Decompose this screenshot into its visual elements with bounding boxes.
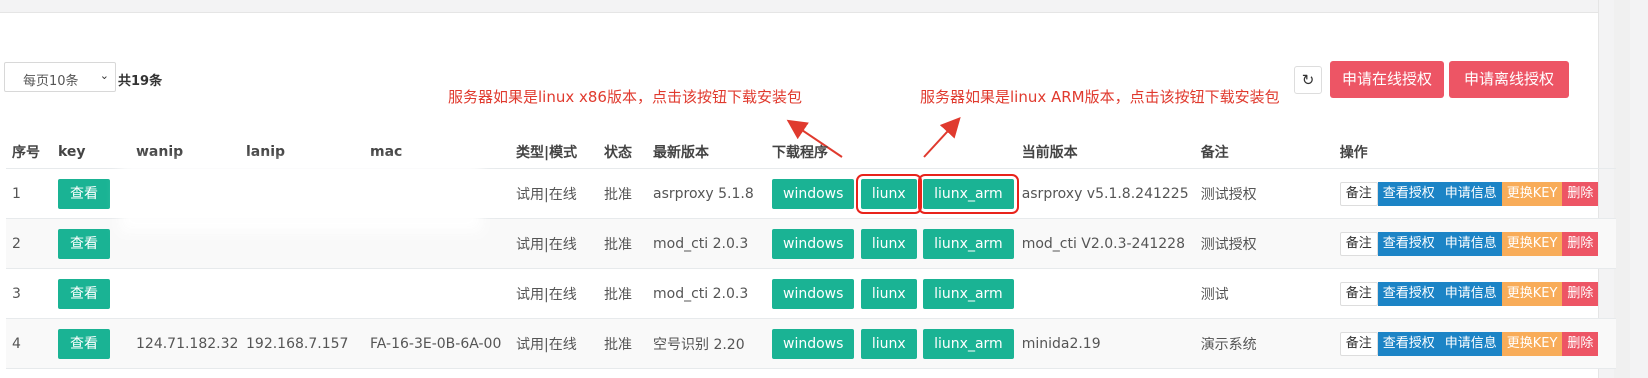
cell-mac: [364, 268, 510, 319]
download-linux-button[interactable]: liunx: [855, 173, 922, 214]
table-row: 4 查看 124.71.182.32 192.168.7.157 FA-16-3…: [6, 318, 1616, 369]
cell-latest: 空号识别 2.20: [647, 318, 766, 369]
cell-remark: 测试: [1194, 268, 1334, 319]
download-linux-arm-button[interactable]: liunx_arm: [923, 278, 1014, 309]
cell-type: 试用|在线: [510, 268, 598, 319]
cell-current: minida2.19: [1015, 318, 1195, 369]
delete-button[interactable]: 删除: [1562, 331, 1599, 356]
col-no: 序号: [6, 135, 52, 169]
cell-type: 试用|在线: [510, 318, 598, 369]
change-key-button[interactable]: 更换KEY: [1501, 281, 1563, 306]
view-key-button[interactable]: 查看: [58, 178, 110, 209]
col-ops: 操作: [1333, 135, 1616, 169]
cell-lanip: [240, 268, 364, 319]
cell-key: 查看: [52, 268, 130, 319]
col-current: 当前版本: [1015, 135, 1195, 169]
cell-latest: mod_cti 2.0.3: [647, 218, 766, 269]
cell-latest: mod_cti 2.0.3: [647, 268, 766, 319]
col-type: 类型|模式: [510, 135, 598, 169]
cell-key: 查看: [52, 318, 130, 369]
cell-no: 3: [6, 268, 52, 319]
col-download: 下载程序: [766, 135, 1016, 169]
cell-status: 批准: [598, 168, 647, 219]
change-key-button[interactable]: 更换KEY: [1501, 331, 1563, 356]
cell-download: windows liunx liunx_arm: [766, 318, 1016, 369]
cell-key: 查看: [52, 168, 130, 219]
download-windows-button[interactable]: windows: [772, 178, 855, 209]
download-linux-arm-button[interactable]: liunx_arm: [923, 328, 1014, 359]
download-windows-button[interactable]: windows: [772, 278, 855, 309]
col-remark: 备注: [1194, 135, 1334, 169]
redacted-area: [120, 162, 482, 232]
view-auth-button[interactable]: 查看授权: [1377, 181, 1440, 206]
note-button[interactable]: 备注: [1339, 331, 1378, 356]
cell-remark: 测试授权: [1194, 218, 1334, 269]
view-key-button[interactable]: 查看: [58, 228, 110, 259]
cell-current: asrproxy v5.1.8.241225: [1015, 168, 1195, 219]
cell-ops: 备注 查看授权 申请信息 更换KEY 删除: [1333, 168, 1616, 219]
cell-ops: 备注 查看授权 申请信息 更换KEY 删除: [1333, 218, 1616, 269]
delete-button[interactable]: 删除: [1562, 231, 1599, 256]
download-windows-button[interactable]: windows: [772, 328, 855, 359]
view-auth-button[interactable]: 查看授权: [1377, 231, 1440, 256]
col-key: key: [52, 135, 130, 169]
table-row: 3 查看 试用|在线 批准 mod_cti 2.0.3 windows liun…: [6, 268, 1616, 319]
download-linux-arm-button[interactable]: liunx_arm: [918, 173, 1019, 214]
apply-info-button[interactable]: 申请信息: [1439, 331, 1502, 356]
cell-type: 试用|在线: [510, 168, 598, 219]
cell-status: 批准: [598, 268, 647, 319]
change-key-button[interactable]: 更换KEY: [1501, 231, 1563, 256]
delete-button[interactable]: 删除: [1562, 281, 1599, 306]
cell-current: mod_cti V2.0.3-241228: [1015, 218, 1195, 269]
view-key-button[interactable]: 查看: [58, 328, 110, 359]
download-linux-arm-button[interactable]: liunx_arm: [923, 228, 1014, 259]
cell-mac: FA-16-3E-0B-6A-00: [364, 318, 510, 369]
apply-info-button[interactable]: 申请信息: [1439, 231, 1502, 256]
view-auth-button[interactable]: 查看授权: [1377, 331, 1440, 356]
apply-info-button[interactable]: 申请信息: [1439, 281, 1502, 306]
note-button[interactable]: 备注: [1339, 231, 1378, 256]
cell-ops: 备注 查看授权 申请信息 更换KEY 删除: [1333, 318, 1616, 369]
cell-remark: 演示系统: [1194, 318, 1334, 369]
cell-no: 1: [6, 168, 52, 219]
cell-status: 批准: [598, 218, 647, 269]
cell-ops: 备注 查看授权 申请信息 更换KEY 删除: [1333, 268, 1616, 319]
delete-button[interactable]: 删除: [1562, 181, 1599, 206]
cell-lanip: 192.168.7.157: [240, 318, 364, 369]
cell-no: 4: [6, 318, 52, 369]
download-windows-button[interactable]: windows: [772, 228, 855, 259]
cell-current: [1015, 268, 1195, 319]
cell-download: windows liunx liunx_arm: [766, 168, 1019, 219]
cell-no: 2: [6, 218, 52, 269]
cell-status: 批准: [598, 318, 647, 369]
cell-key: 查看: [52, 218, 130, 269]
cell-latest: asrproxy 5.1.8: [647, 168, 766, 219]
col-latest: 最新版本: [647, 135, 766, 169]
note-button[interactable]: 备注: [1339, 281, 1378, 306]
view-key-button[interactable]: 查看: [58, 278, 110, 309]
cell-download: windows liunx liunx_arm: [766, 218, 1016, 269]
view-auth-button[interactable]: 查看授权: [1377, 281, 1440, 306]
col-status: 状态: [598, 135, 647, 169]
cell-download: windows liunx liunx_arm: [766, 268, 1016, 319]
download-linux-button[interactable]: liunx: [860, 278, 917, 309]
cell-wanip: 124.71.182.32: [130, 318, 240, 369]
cell-remark: 测试授权: [1194, 168, 1334, 219]
cell-type: 试用|在线: [510, 218, 598, 269]
cell-wanip: [130, 268, 240, 319]
download-linux-button[interactable]: liunx: [860, 328, 917, 359]
note-button[interactable]: 备注: [1339, 181, 1378, 206]
change-key-button[interactable]: 更换KEY: [1501, 181, 1563, 206]
download-linux-button[interactable]: liunx: [860, 228, 917, 259]
apply-info-button[interactable]: 申请信息: [1439, 181, 1502, 206]
